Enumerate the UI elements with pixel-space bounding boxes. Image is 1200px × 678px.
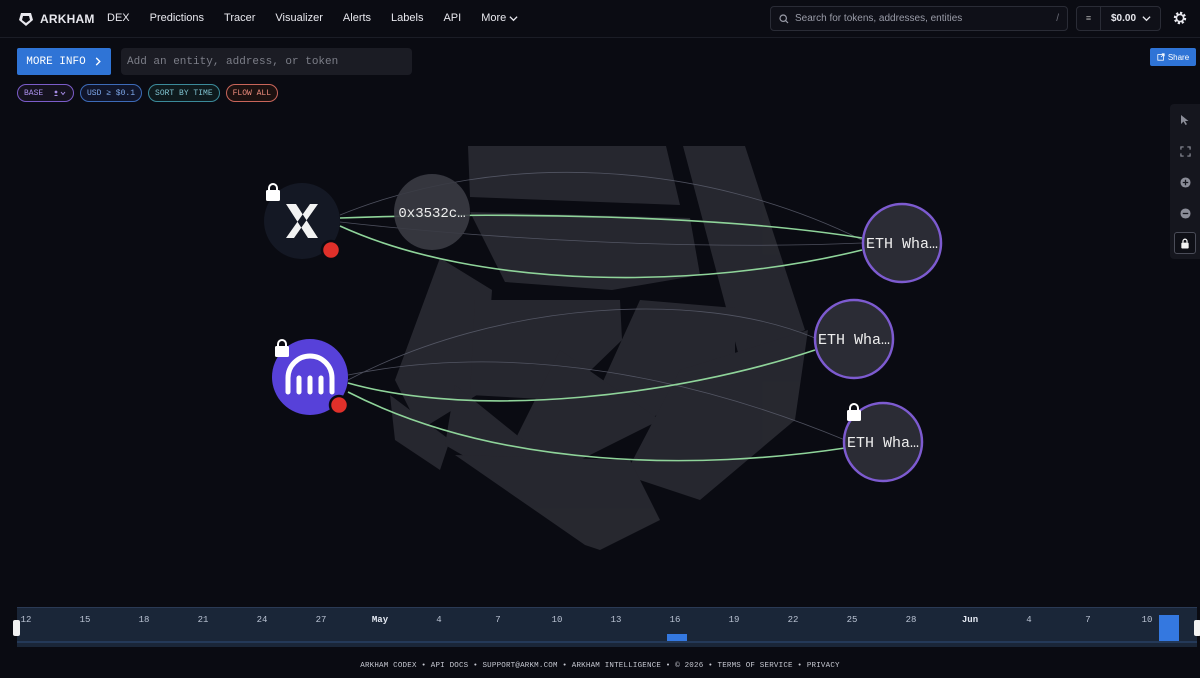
timeline-tick: 7	[1085, 615, 1091, 625]
more-info-button[interactable]: MORE INFO	[17, 48, 111, 75]
flow-chip[interactable]: FLOW ALL	[225, 84, 279, 102]
entity-input[interactable]	[121, 48, 412, 75]
timeline-tick: 28	[905, 615, 917, 625]
timeline-tick: 21	[197, 615, 209, 625]
timeline-tick: 18	[138, 615, 150, 625]
timeline-tick: 7	[495, 615, 501, 625]
lock-icon	[1181, 238, 1189, 249]
lock-icon	[847, 403, 861, 421]
timeline-end-handle[interactable]	[1194, 620, 1200, 636]
sort-chip[interactable]: SORT BY TIME	[148, 84, 220, 102]
whale-node[interactable]: ETH Wha…	[813, 298, 895, 380]
timeline-tick: 27	[315, 615, 327, 625]
graph-toolbar	[1170, 104, 1200, 259]
zoom-out-tool[interactable]	[1174, 202, 1196, 224]
chevron-right-icon	[95, 57, 101, 66]
timeline-tick: 16	[669, 615, 681, 625]
lock-icon	[266, 183, 280, 201]
address-node[interactable]: 0x3532c…	[394, 174, 470, 250]
alert-dot-icon	[320, 239, 342, 261]
timeline-tick: 25	[846, 615, 858, 625]
timeline-tick: 4	[436, 615, 442, 625]
share-label: Share	[1167, 52, 1190, 62]
lock-tool[interactable]	[1174, 232, 1196, 254]
fit-view-tool[interactable]	[1174, 140, 1196, 162]
zoom-in-icon	[1179, 176, 1191, 188]
external-link-icon	[1157, 53, 1165, 61]
timeline-tick: 12	[20, 615, 32, 625]
zoom-in-tool[interactable]	[1174, 171, 1196, 193]
kraken-node[interactable]	[272, 339, 350, 416]
expand-icon	[1179, 145, 1191, 157]
footer-links[interactable]: ARKHAM CODEX • API DOCS • SUPPORT@ARKM.C…	[0, 662, 1200, 670]
timeline-tick: 19	[728, 615, 740, 625]
timeline-activity-bar	[1159, 615, 1179, 641]
timeline-activity-bar	[667, 634, 687, 641]
timeline-tick: 15	[79, 615, 91, 625]
alert-dot-icon	[328, 394, 350, 416]
chain-filter-chip[interactable]: BASE	[17, 84, 74, 102]
cursor-icon	[1181, 115, 1189, 125]
timeline-tick: May	[371, 615, 389, 625]
timeline-start-handle[interactable]	[13, 620, 20, 636]
timeline-tick: 22	[787, 615, 799, 625]
whale-node-label: ETH Wha…	[866, 236, 938, 253]
chain-filter-label: BASE	[24, 88, 44, 98]
whale-node[interactable]: ETH Wha…	[861, 202, 943, 284]
whale-node[interactable]: ETH Wha…	[842, 401, 924, 483]
timeline-tick: Jun	[961, 615, 979, 625]
user-chevron-icon	[54, 90, 66, 96]
whale-node-label: ETH Wha…	[818, 332, 890, 349]
timeline-tick: 24	[256, 615, 268, 625]
share-button[interactable]: Share	[1150, 48, 1196, 66]
usd-filter-chip[interactable]: USD ≥ $0.1	[80, 84, 143, 102]
timeline-tick: 13	[610, 615, 622, 625]
timeline-tick: 10	[1141, 615, 1153, 625]
timeline-tick: 4	[1026, 615, 1032, 625]
timeline-slider[interactable]: 12 15 18 21 24 27 May 4 7 10 13 16 19 22 25 28 Jun 4 7 10	[13, 607, 1200, 647]
filter-chips: BASE USD ≥ $0.1 SORT BY TIME FLOW ALL	[17, 84, 279, 102]
timeline-tick: 10	[551, 615, 563, 625]
select-tool[interactable]	[1174, 109, 1196, 131]
whale-node-label: ETH Wha…	[847, 435, 919, 452]
address-node-label: 0x3532c…	[398, 206, 465, 222]
more-info-label: MORE INFO	[26, 55, 86, 68]
exchange-node[interactable]	[264, 183, 342, 261]
lock-icon	[275, 339, 289, 357]
zoom-out-icon	[1179, 207, 1191, 219]
timeline-axis	[17, 641, 1197, 643]
